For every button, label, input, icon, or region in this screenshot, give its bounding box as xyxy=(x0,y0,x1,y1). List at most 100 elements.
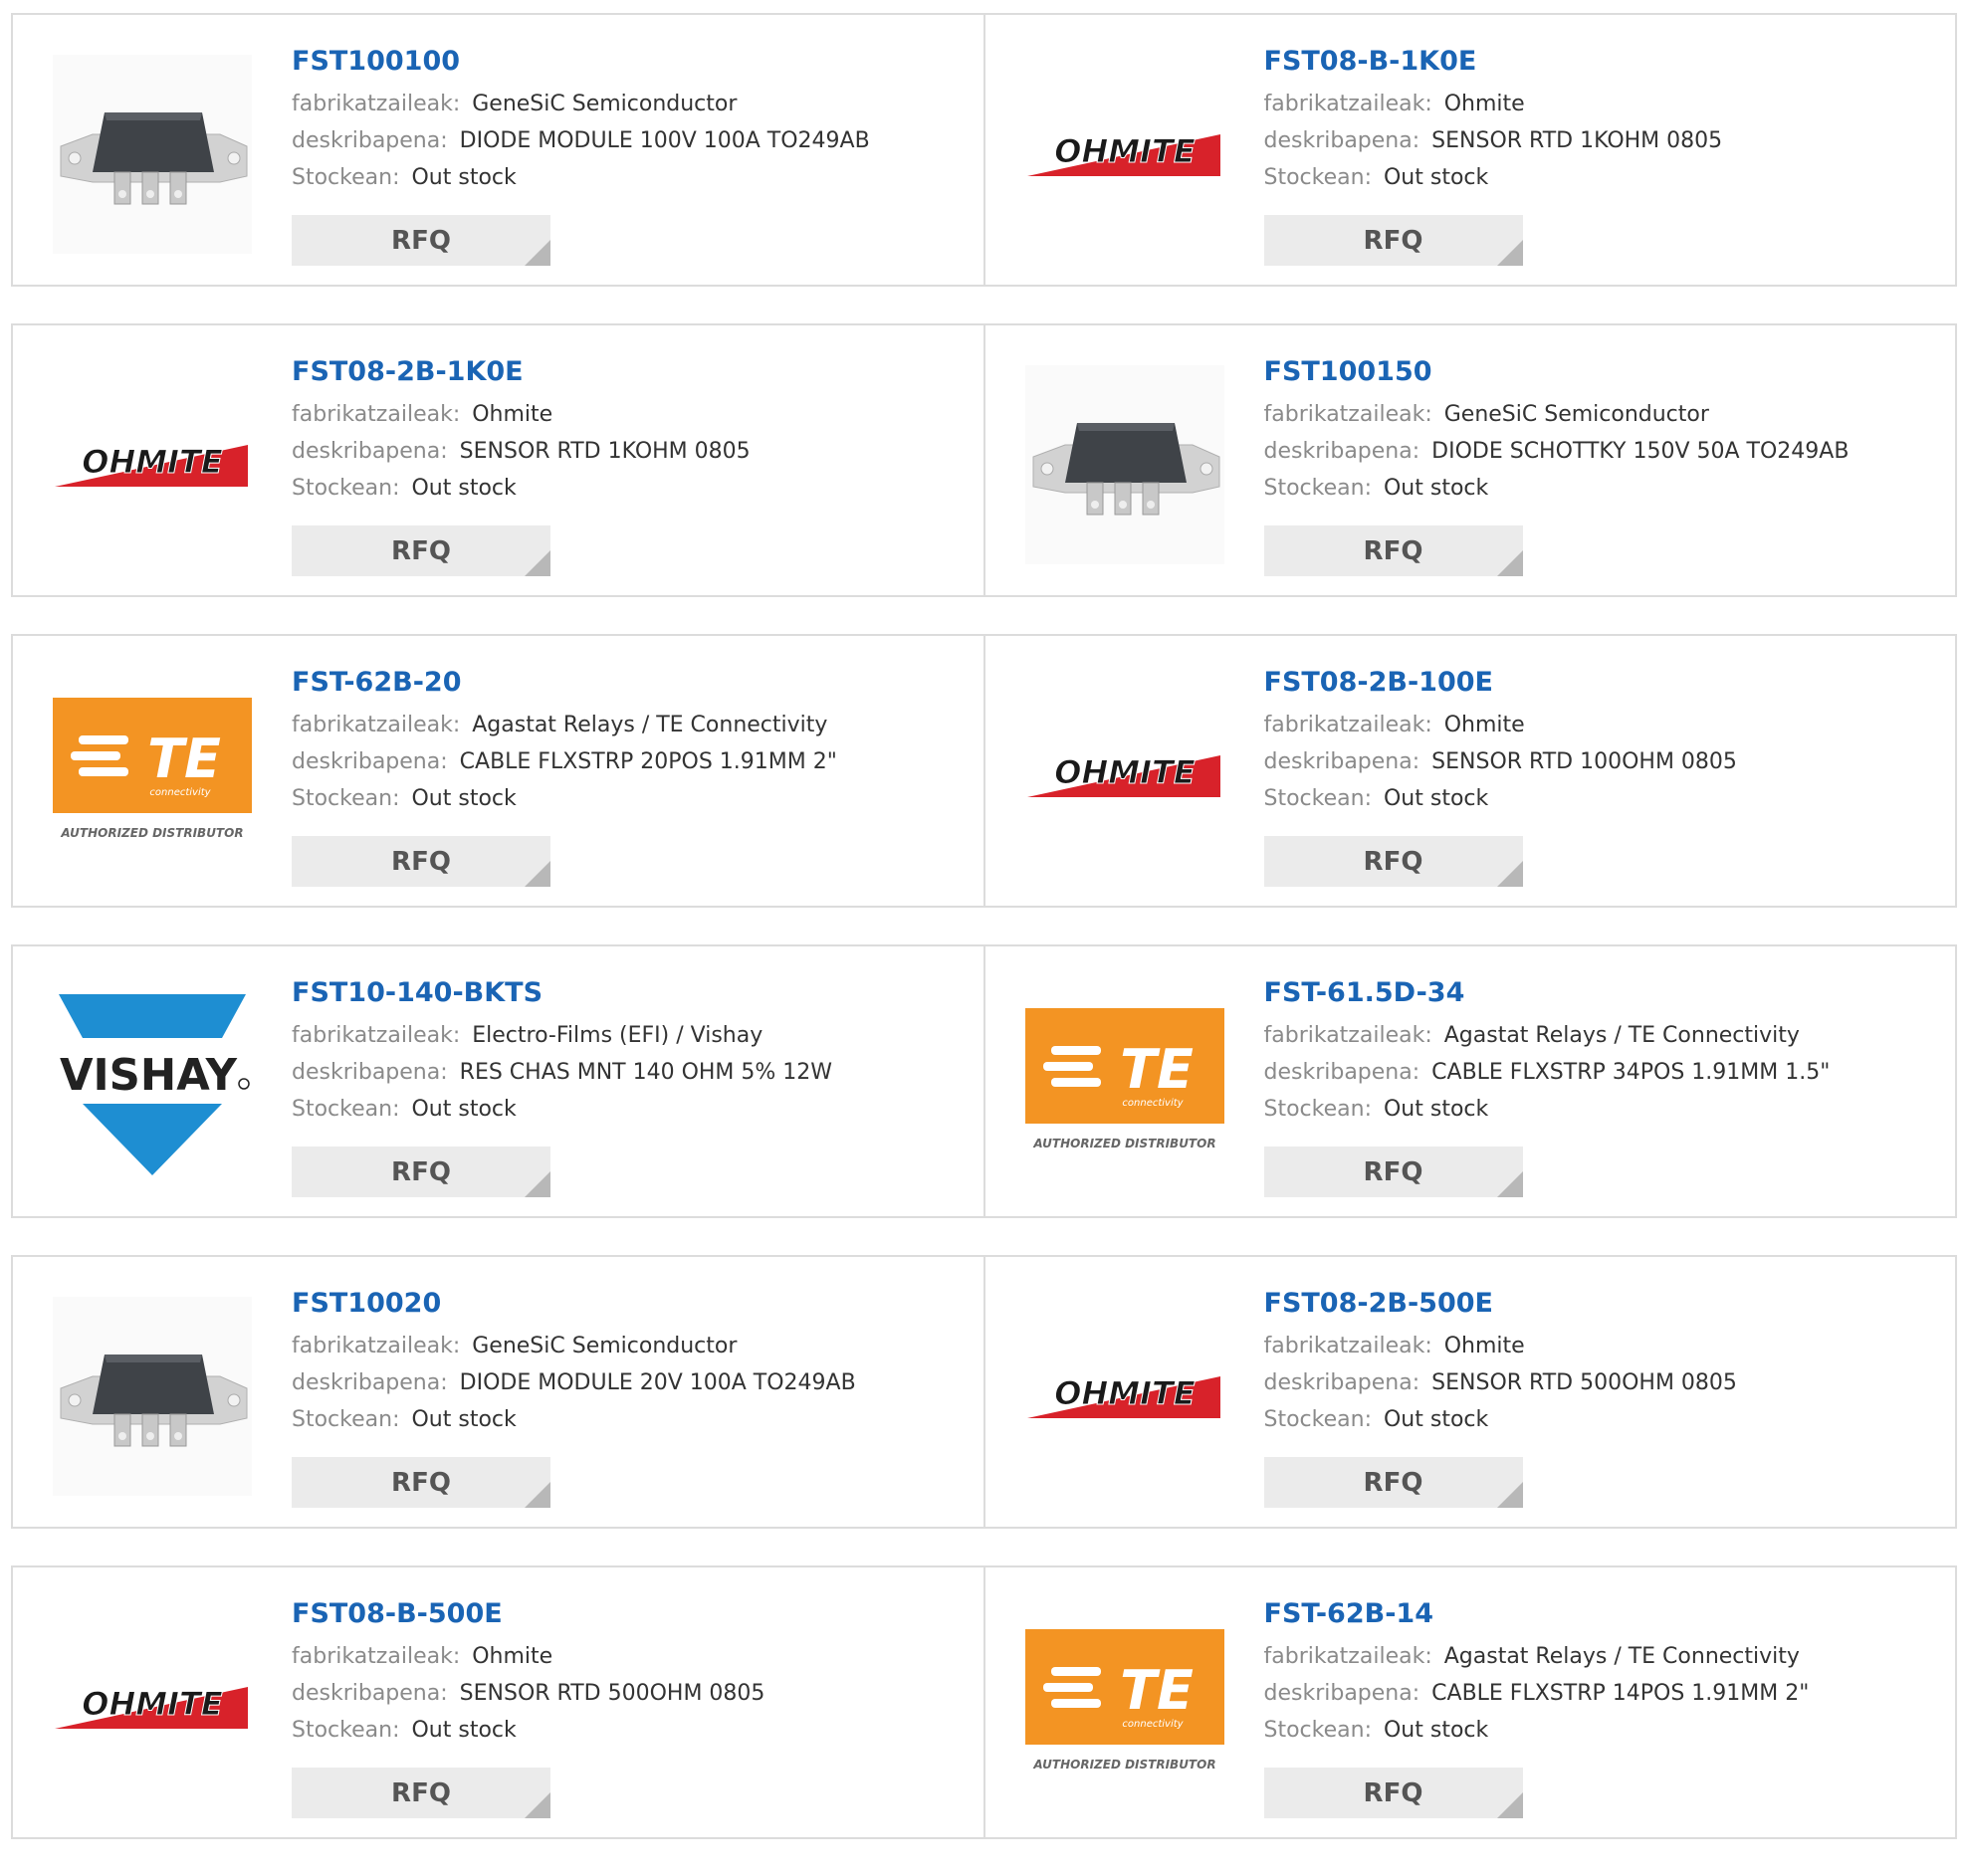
ohmite-logo-text: OHMITE xyxy=(1054,1374,1196,1412)
product-image[interactable] xyxy=(1024,365,1224,564)
product-image[interactable]: TE connectivity AUTHORIZED DISTRIBUTOR xyxy=(1024,986,1224,1185)
product-image[interactable] xyxy=(53,1297,252,1496)
stock-label: Stockean: xyxy=(1263,1407,1372,1432)
stock-label: Stockean: xyxy=(1263,1718,1372,1743)
stock-label: Stockean: xyxy=(292,1097,400,1122)
te-authorized-tag: AUTHORIZED DISTRIBUTOR xyxy=(1032,1137,1215,1150)
te-logo-subtext: connectivity xyxy=(149,787,211,798)
product-image[interactable]: OHMITE xyxy=(1025,55,1224,254)
product-image[interactable]: OHMITE xyxy=(53,365,252,564)
product-image[interactable]: VISHAY xyxy=(53,986,252,1185)
rfq-button[interactable]: RFQ xyxy=(292,215,550,266)
stock-line: Stockean: Out stock xyxy=(1264,159,1936,196)
rfq-button[interactable]: RFQ xyxy=(1263,1146,1523,1197)
product-info: FST-61.5D-34 fabrikatzaileak: Agastat Rel… xyxy=(1264,976,1936,1128)
stock-value: Out stock xyxy=(411,1097,517,1122)
manufacturer-label: fabrikatzaileak: xyxy=(292,713,461,737)
manufacturer-label: fabrikatzaileak: xyxy=(1263,92,1432,116)
part-number-link[interactable]: FST08-2B-1K0E xyxy=(292,355,964,389)
description-line: deskribapena: CABLE FLXSTRP 34POS 1.91MM … xyxy=(1264,1054,1936,1091)
product-row: FST10020 fabrikatzaileak: GeneSiC Semicon… xyxy=(11,1255,1959,1529)
product-row: OHMITE FST08-B-500E fabrikatzaileak: Ohmi… xyxy=(11,1565,1959,1839)
product-row: OHMITE FST08-2B-1K0E fabrikatzaileak: Ohm… xyxy=(11,323,1959,597)
stock-label: Stockean: xyxy=(1263,476,1372,501)
description-value: RES CHAS MNT 140 OHM 5% 12W xyxy=(459,1060,833,1085)
rfq-button[interactable]: RFQ xyxy=(1263,215,1523,266)
rfq-button[interactable]: RFQ xyxy=(1263,836,1523,887)
product-card: FST100150 fabrikatzaileak: GeneSiC Semico… xyxy=(982,323,1957,597)
manufacturer-line: fabrikatzaileak: Agastat Relays / TE Conn… xyxy=(292,707,964,743)
part-number-link[interactable]: FST10-140-BKTS xyxy=(292,976,964,1010)
manufacturer-value: Ohmite xyxy=(472,1644,553,1669)
manufacturer-value: GeneSiC Semiconductor xyxy=(472,1334,738,1358)
manufacturer-line: fabrikatzaileak: GeneSiC Semiconductor xyxy=(1264,396,1936,433)
product-image[interactable]: TE connectivity AUTHORIZED DISTRIBUTOR xyxy=(53,676,252,875)
manufacturer-value: Ohmite xyxy=(1443,713,1525,737)
stock-value: Out stock xyxy=(411,476,517,501)
manufacturer-line: fabrikatzaileak: Ohmite xyxy=(1264,86,1936,122)
diode-module-image xyxy=(53,1297,252,1496)
product-info: FST10-140-BKTS fabrikatzaileak: Electro-F… xyxy=(292,976,964,1128)
part-number-link[interactable]: FST100100 xyxy=(292,45,964,79)
part-number-link[interactable]: FST08-2B-500E xyxy=(1264,1287,1936,1321)
stock-label: Stockean: xyxy=(1263,1097,1372,1122)
stock-line: Stockean: Out stock xyxy=(1264,780,1936,817)
rfq-button[interactable]: RFQ xyxy=(292,836,550,887)
rfq-button[interactable]: RFQ xyxy=(1263,1457,1523,1508)
rfq-corner-decoration xyxy=(1496,240,1523,266)
product-info: FST08-2B-500E fabrikatzaileak: Ohmite des… xyxy=(1264,1287,1936,1438)
description-line: deskribapena: DIODE MODULE 100V 100A TO24… xyxy=(292,122,964,159)
rfq-button[interactable]: RFQ xyxy=(292,1457,550,1508)
rfq-corner-decoration xyxy=(525,861,550,887)
description-value: SENSOR RTD 1KOHM 0805 xyxy=(1431,128,1723,153)
product-image[interactable]: OHMITE xyxy=(1025,1297,1224,1496)
te-logo-subtext: connectivity xyxy=(1122,1719,1184,1730)
manufacturer-line: fabrikatzaileak: Electro-Films (EFI) / Vi… xyxy=(292,1017,964,1054)
ohmite-logo: OHMITE xyxy=(1026,1374,1220,1418)
rfq-label: RFQ xyxy=(391,846,451,877)
rfq-button[interactable]: RFQ xyxy=(1263,525,1523,576)
product-info: FST08-2B-100E fabrikatzaileak: Ohmite des… xyxy=(1264,666,1936,817)
part-number-link[interactable]: FST08-B-1K0E xyxy=(1264,45,1936,79)
diode-module-image xyxy=(1024,365,1224,564)
rfq-corner-decoration xyxy=(1496,550,1523,576)
description-value: SENSOR RTD 1KOHM 0805 xyxy=(459,439,751,464)
part-number-link[interactable]: FST08-B-500E xyxy=(292,1597,964,1631)
product-card: FST100100 fabrikatzaileak: GeneSiC Semico… xyxy=(11,13,985,287)
part-number-link[interactable]: FST-62B-20 xyxy=(292,666,964,700)
part-number-link[interactable]: FST100150 xyxy=(1264,355,1936,389)
rfq-label: RFQ xyxy=(391,1467,451,1498)
product-card: TE connectivity AUTHORIZED DISTRIBUTOR F… xyxy=(11,634,985,908)
rfq-button[interactable]: RFQ xyxy=(1263,1768,1523,1818)
rfq-corner-decoration xyxy=(525,240,550,266)
manufacturer-value: Agastat Relays / TE Connectivity xyxy=(1443,1023,1800,1048)
stock-label: Stockean: xyxy=(292,476,400,501)
product-image[interactable] xyxy=(53,55,252,254)
manufacturer-label: fabrikatzaileak: xyxy=(292,1334,461,1358)
stock-label: Stockean: xyxy=(292,1718,400,1743)
stock-value: Out stock xyxy=(1383,1718,1489,1743)
manufacturer-line: fabrikatzaileak: GeneSiC Semiconductor xyxy=(292,1328,964,1364)
part-number-link[interactable]: FST10020 xyxy=(292,1287,964,1321)
stock-label: Stockean: xyxy=(292,1407,400,1432)
stock-line: Stockean: Out stock xyxy=(292,1712,964,1749)
product-card: TE connectivity AUTHORIZED DISTRIBUTOR F… xyxy=(982,944,1957,1218)
description-label: deskribapena: xyxy=(1263,1060,1420,1085)
rfq-button[interactable]: RFQ xyxy=(292,525,550,576)
rfq-label: RFQ xyxy=(391,1156,451,1187)
rfq-label: RFQ xyxy=(391,225,451,256)
product-image[interactable]: OHMITE xyxy=(53,1607,252,1806)
part-number-link[interactable]: FST08-2B-100E xyxy=(1264,666,1936,700)
product-image[interactable]: TE connectivity AUTHORIZED DISTRIBUTOR xyxy=(1024,1607,1224,1806)
description-label: deskribapena: xyxy=(1263,749,1420,774)
product-row: FST100100 fabrikatzaileak: GeneSiC Semico… xyxy=(11,13,1959,287)
manufacturer-line: fabrikatzaileak: GeneSiC Semiconductor xyxy=(292,86,964,122)
rfq-button[interactable]: RFQ xyxy=(292,1768,550,1818)
description-value: DIODE MODULE 100V 100A TO249AB xyxy=(459,128,870,153)
product-grid: FST100100 fabrikatzaileak: GeneSiC Semico… xyxy=(11,13,1959,1876)
rfq-button[interactable]: RFQ xyxy=(292,1146,550,1197)
product-image[interactable]: OHMITE xyxy=(1025,676,1224,875)
part-number-link[interactable]: FST-62B-14 xyxy=(1264,1597,1936,1631)
part-number-link[interactable]: FST-61.5D-34 xyxy=(1264,976,1936,1010)
ohmite-logo: OHMITE xyxy=(55,1685,248,1729)
